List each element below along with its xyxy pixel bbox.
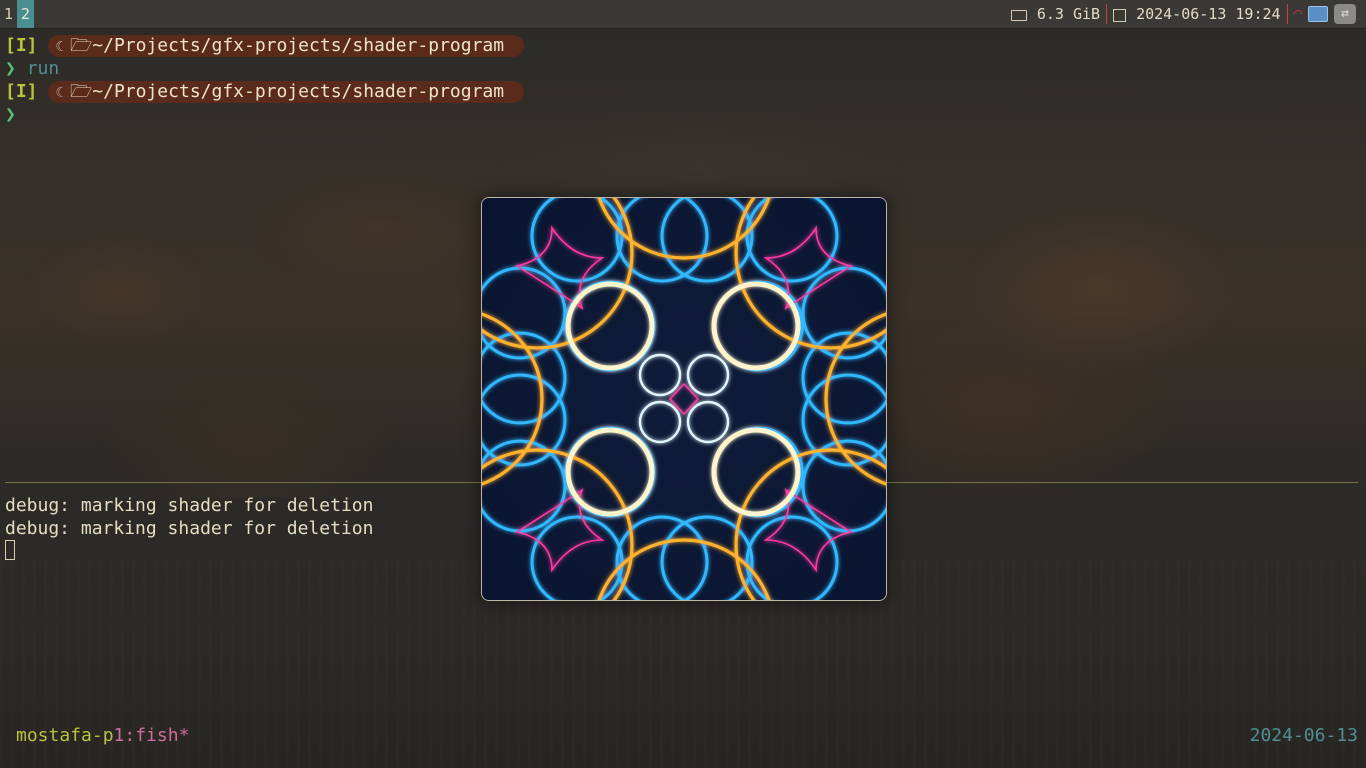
output-line: debug: marking shader for deletion	[5, 518, 374, 539]
session-window[interactable]: 1:fish*	[114, 725, 190, 746]
prompt-chevron: ❯	[5, 104, 16, 125]
network-icon[interactable]	[1308, 6, 1328, 22]
output-line: debug: marking shader for deletion	[5, 495, 374, 516]
folder-icon: 🗁	[69, 81, 93, 102]
workspace-1[interactable]: 1	[0, 0, 17, 28]
status-separator	[1106, 4, 1108, 24]
moon-icon: ☾	[55, 85, 64, 101]
memory-value: 6.3 GiB	[1036, 5, 1101, 23]
swap-icon[interactable]: ⇄	[1334, 4, 1356, 24]
command-line: ❯ run	[5, 57, 59, 80]
moon-icon: ☾	[55, 39, 64, 55]
cwd-path: ~/Projects/gfx-projects/shader-program	[92, 35, 505, 56]
tmux-status-left: mostafa-p1:fish*	[16, 724, 189, 747]
path-segment: ☾ 🗁~/Projects/gfx-projects/shader-program	[47, 81, 525, 103]
prompt-line: [I] ☾ 🗁~/Projects/gfx-projects/shader-prog…	[5, 34, 525, 57]
status-separator	[1286, 4, 1288, 24]
command-line[interactable]: ❯	[5, 103, 16, 126]
datetime-value: 2024-06-13 19:24	[1136, 5, 1281, 23]
status-area: 6.3 GiB 2024-06-13 19:24 ◠ ⇄	[1010, 0, 1356, 28]
mode-indicator: [I]	[5, 35, 38, 56]
hostname: mostafa-p	[16, 725, 114, 746]
wifi-icon[interactable]: ◠	[1294, 6, 1302, 22]
tmux-date: 2024-06-13	[1249, 725, 1358, 746]
calendar-icon	[1113, 8, 1127, 22]
mode-indicator: [I]	[5, 81, 38, 102]
top-bar: 1 2 6.3 GiB 2024-06-13 19:24 ◠ ⇄	[0, 0, 1366, 29]
prompt-line: [I] ☾ 🗁~/Projects/gfx-projects/shader-prog…	[5, 80, 525, 103]
prompt-chevron: ❯	[5, 58, 16, 79]
workspace-2[interactable]: 2	[17, 0, 35, 28]
memory-icon	[1010, 9, 1027, 21]
path-segment: ☾ 🗁~/Projects/gfx-projects/shader-program	[47, 35, 525, 57]
folder-icon: 🗁	[69, 35, 93, 56]
cwd-path: ~/Projects/gfx-projects/shader-program	[92, 81, 505, 102]
shader-render-window[interactable]	[481, 197, 887, 601]
shader-pattern	[482, 198, 886, 600]
terminal-cursor[interactable]	[5, 540, 15, 560]
command-text: run	[26, 58, 60, 79]
